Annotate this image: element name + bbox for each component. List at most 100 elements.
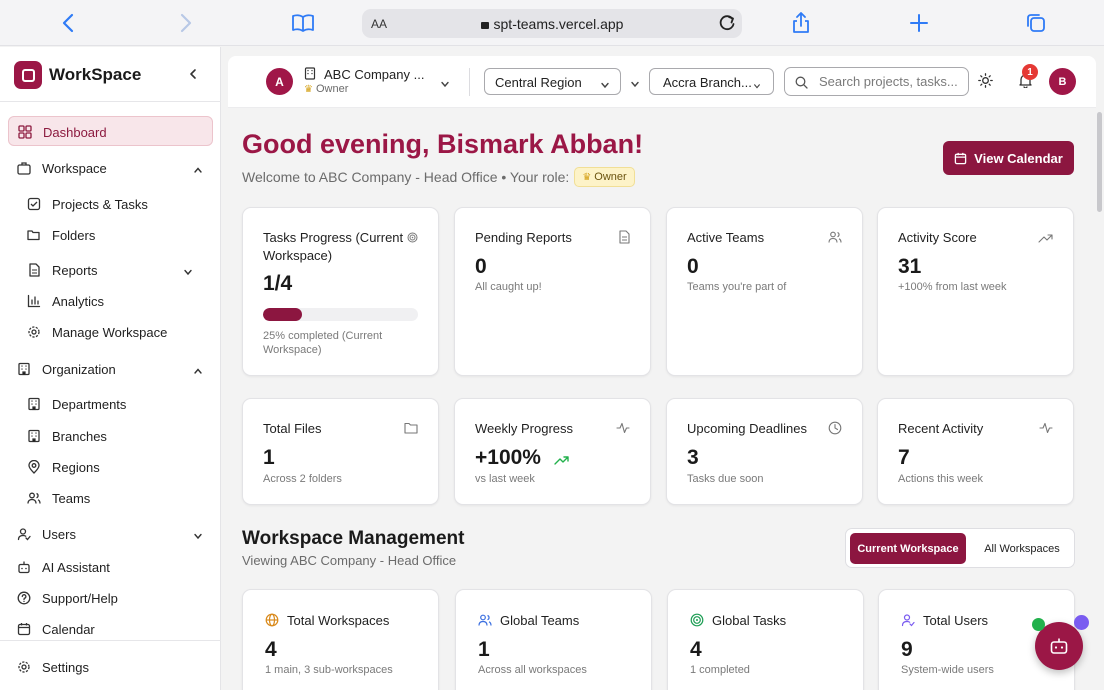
stat-card-title: Recent Activity	[898, 421, 984, 436]
notification-badge: 1	[1022, 64, 1038, 80]
sidebar-item-label: Teams	[52, 491, 91, 506]
calendar-icon	[954, 152, 967, 164]
forward-icon[interactable]	[173, 10, 199, 36]
stat-card-total-files[interactable]: Total Files 1 Across 2 folders	[242, 398, 439, 505]
ws-card-title: Total Workspaces	[287, 613, 390, 628]
stat-card-recent-activity[interactable]: Recent Activity 7 Actions this week	[877, 398, 1074, 505]
file-text-icon	[618, 230, 630, 249]
user-avatar[interactable]: B	[1049, 68, 1076, 95]
file-text-icon	[27, 263, 41, 277]
new-tab-icon[interactable]	[906, 10, 932, 36]
stat-card-title: Active Teams	[687, 230, 765, 245]
sidebar-item-label: Analytics	[52, 294, 105, 309]
sidebar-item-departments[interactable]: Departments	[8, 389, 213, 419]
branch-select[interactable]: Accra Branch...	[649, 68, 774, 95]
stat-card-activity-score[interactable]: Activity Score 31 +100% from last week	[877, 207, 1074, 376]
sidebar-item-label: Workspace	[42, 161, 107, 176]
briefcase-icon	[17, 161, 31, 175]
company-name[interactable]: ABC Company ...	[324, 67, 424, 82]
sidebar-item-manage-workspace[interactable]: Manage Workspace	[8, 317, 213, 347]
calendar-icon	[17, 622, 31, 636]
stat-card-value: 31	[898, 255, 922, 278]
sidebar-item-label: Reports	[52, 263, 98, 278]
sidebar-item-settings[interactable]: Settings	[8, 652, 213, 682]
sidebar-item-label: Calendar	[42, 622, 95, 637]
stat-card-tasks-progress[interactable]: Tasks Progress (Current Workspace) 1/4 2…	[242, 207, 439, 376]
address-bar[interactable]: AA spt-teams.vercel.app	[362, 9, 742, 38]
globe-icon	[265, 613, 279, 627]
collapse-sidebar-icon[interactable]	[186, 67, 200, 81]
sidebar-item-branches[interactable]: Branches	[8, 421, 213, 451]
sidebar-item-dashboard[interactable]: Dashboard	[8, 116, 213, 146]
sidebar-item-regions[interactable]: Regions	[8, 452, 213, 482]
ws-card-value: 4	[690, 638, 702, 661]
tabs-icon[interactable]	[1023, 10, 1049, 36]
bot-icon	[1050, 638, 1068, 654]
search-icon	[795, 76, 808, 94]
users-icon	[27, 491, 41, 505]
sun-icon[interactable]	[978, 73, 993, 93]
back-icon[interactable]	[55, 10, 81, 36]
bot-icon	[17, 560, 31, 574]
sidebar-item-reports[interactable]: Reports	[8, 255, 213, 285]
sidebar-item-support-help[interactable]: Support/Help	[8, 583, 213, 613]
brand[interactable]: WorkSpace	[14, 61, 141, 89]
region-select-value: Central Region	[495, 75, 582, 90]
trending-up-icon	[554, 452, 569, 470]
share-icon[interactable]	[788, 10, 814, 36]
activity-icon	[1039, 421, 1053, 439]
sidebar-item-label: Projects & Tasks	[52, 197, 148, 212]
stat-card-title: Total Files	[263, 421, 322, 436]
stat-card-weekly-progress[interactable]: Weekly Progress +100% vs last week	[454, 398, 651, 505]
stat-card-title: Activity Score	[898, 230, 977, 245]
stat-card-subtext: Tasks due soon	[687, 473, 764, 485]
company-avatar[interactable]: A	[266, 68, 293, 95]
company-switcher-chevron-icon[interactable]	[440, 76, 450, 94]
target-icon	[407, 230, 418, 248]
stat-card-subtext: vs last week	[475, 473, 535, 485]
sidebar-item-organization[interactable]: Organization	[8, 354, 213, 384]
ws-card-total-workspaces[interactable]: Total Workspaces 4 1 main, 3 sub-workspa…	[242, 589, 439, 690]
current-workspace-toggle[interactable]: Current Workspace	[850, 533, 966, 564]
search-input[interactable]	[819, 74, 964, 89]
stat-card-value: 7	[898, 446, 910, 469]
scrollbar[interactable]	[1097, 112, 1102, 212]
ws-card-global-teams[interactable]: Global Teams 1 Across all workspaces	[455, 589, 652, 690]
ws-card-subtext: 1 main, 3 sub-workspaces	[265, 664, 393, 676]
sidebar-item-analytics[interactable]: Analytics	[8, 286, 213, 316]
view-calendar-button[interactable]: View Calendar	[943, 141, 1074, 175]
reload-icon[interactable]	[718, 13, 736, 38]
stat-card-title: Pending Reports	[475, 230, 572, 245]
search-box[interactable]	[784, 67, 969, 96]
help-circle-icon	[17, 591, 31, 605]
ws-card-value: 9	[901, 638, 913, 661]
grid-icon	[18, 125, 32, 139]
stat-card-upcoming-deadlines[interactable]: Upcoming Deadlines 3 Tasks due soon	[666, 398, 863, 505]
ws-card-global-tasks[interactable]: Global Tasks 4 1 completed	[667, 589, 864, 690]
sidebar-item-projects-tasks[interactable]: Projects & Tasks	[8, 189, 213, 219]
sidebar-item-label: Support/Help	[42, 591, 118, 606]
all-workspaces-toggle[interactable]: All Workspaces	[974, 533, 1070, 564]
ws-card-subtext: System-wide users	[901, 664, 994, 676]
bar-chart-icon	[27, 294, 41, 308]
stat-card-value: +100%	[475, 446, 541, 469]
ws-card-subtext: 1 completed	[690, 664, 750, 676]
company-role: ♛ Owner	[304, 83, 349, 95]
user-icon	[17, 527, 31, 541]
users-icon	[478, 613, 492, 627]
sidebar-item-label: Regions	[52, 460, 100, 475]
online-indicator	[1032, 618, 1045, 631]
stat-card-active-teams[interactable]: Active Teams 0 Teams you're part of	[666, 207, 863, 376]
stat-card-title: Upcoming Deadlines	[687, 421, 807, 436]
book-icon[interactable]	[290, 10, 316, 36]
sidebar-item-teams[interactable]: Teams	[8, 483, 213, 513]
sidebar-item-ai-assistant[interactable]: AI Assistant	[8, 552, 213, 582]
sidebar-item-folders[interactable]: Folders	[8, 220, 213, 250]
ws-card-title: Global Tasks	[712, 613, 787, 628]
region-select[interactable]: Central Region	[484, 68, 621, 95]
stat-card-subtext: +100% from last week	[898, 281, 1007, 293]
sidebar-item-workspace[interactable]: Workspace	[8, 153, 213, 183]
sidebar-item-users[interactable]: Users	[8, 519, 213, 549]
stat-card-pending-reports[interactable]: Pending Reports 0 All caught up!	[454, 207, 651, 376]
chevron-down-icon[interactable]	[630, 76, 640, 94]
